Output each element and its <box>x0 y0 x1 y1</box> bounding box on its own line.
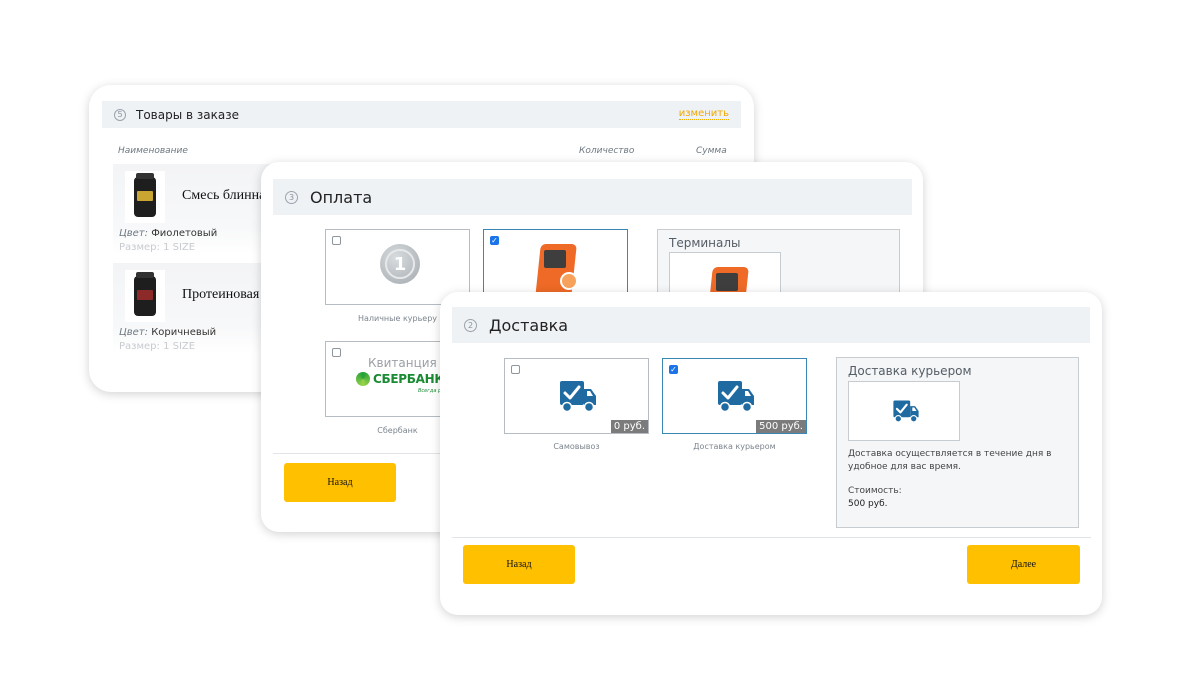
cost-value: 500 руб. <box>848 499 888 509</box>
payment-section-title: Оплата <box>310 187 373 207</box>
product-image <box>125 171 165 223</box>
delivery-pickup-checkbox[interactable] <box>511 365 520 374</box>
delivery-pickup-caption: Самовывоз <box>553 442 600 451</box>
product-color: Цвет: Коричневый <box>119 327 217 338</box>
payment-cash-checkbox[interactable] <box>332 236 341 245</box>
truck-check-icon <box>718 381 754 413</box>
product-color: Цвет: Фиолетовый <box>119 228 218 239</box>
column-sum-header: Сумма <box>696 146 727 156</box>
delivery-courier-caption: Доставка курьером <box>693 442 776 451</box>
courier-panel-title: Доставка курьером <box>848 364 972 378</box>
step-number: 3 <box>285 190 298 204</box>
payment-back-button[interactable]: Назад <box>284 463 396 502</box>
delivery-option-pickup[interactable]: 0 руб. <box>504 358 649 434</box>
courier-description: Доставка осуществляется в течение дня в … <box>848 449 1052 472</box>
terminal-kiosk-icon <box>534 242 578 298</box>
payment-terminal-checkbox[interactable]: ✓ <box>490 236 499 245</box>
courier-detail-panel: Доставка курьером Доставка осуществляетс… <box>836 357 1079 528</box>
column-name-header: Наименование <box>118 146 188 156</box>
column-quantity-header: Количество <box>579 146 635 156</box>
payment-section-header: 3 Оплата <box>273 179 912 215</box>
product-name[interactable]: Протеиновая , <box>182 287 266 303</box>
terminals-panel-title: Терминалы <box>669 236 741 250</box>
sberbank-logo: СБЕРБАНК <box>356 372 444 386</box>
delivery-courier-checkbox[interactable]: ✓ <box>669 365 678 374</box>
product-name[interactable]: Смесь блинна <box>182 188 265 204</box>
order-section-title: Товары в заказе <box>136 107 239 122</box>
delivery-section-header: 2 Доставка <box>452 307 1090 343</box>
coin-icon: 1 <box>380 244 420 284</box>
delivery-next-button[interactable]: Далее <box>967 545 1080 584</box>
delivery-price-badge: 0 руб. <box>610 420 648 433</box>
delivery-card: 2 Доставка 0 руб. Самовывоз ✓ 500 руб. Д… <box>440 292 1102 615</box>
delivery-option-courier[interactable]: ✓ 500 руб. <box>662 358 807 434</box>
truck-check-icon <box>893 400 919 423</box>
product-size: Размер: 1 SIZE <box>119 242 196 253</box>
divider <box>452 537 1091 538</box>
courier-panel-image <box>848 381 960 441</box>
order-section-header: 5 Товары в заказе изменить <box>102 101 741 128</box>
cost-label: Стоимость: <box>848 486 902 496</box>
delivery-back-button[interactable]: Назад <box>463 545 575 584</box>
step-number: 2 <box>464 318 477 332</box>
truck-check-icon <box>560 381 596 413</box>
receipt-label: Квитанция <box>368 356 437 370</box>
step-number: 5 <box>114 108 126 121</box>
product-image <box>125 270 165 322</box>
product-size: Размер: 1 SIZE <box>119 341 196 352</box>
change-link[interactable]: изменить <box>678 108 729 120</box>
delivery-price-badge: 500 руб. <box>756 420 806 433</box>
delivery-section-title: Доставка <box>489 315 569 335</box>
payment-sberbank-checkbox[interactable] <box>332 348 341 357</box>
